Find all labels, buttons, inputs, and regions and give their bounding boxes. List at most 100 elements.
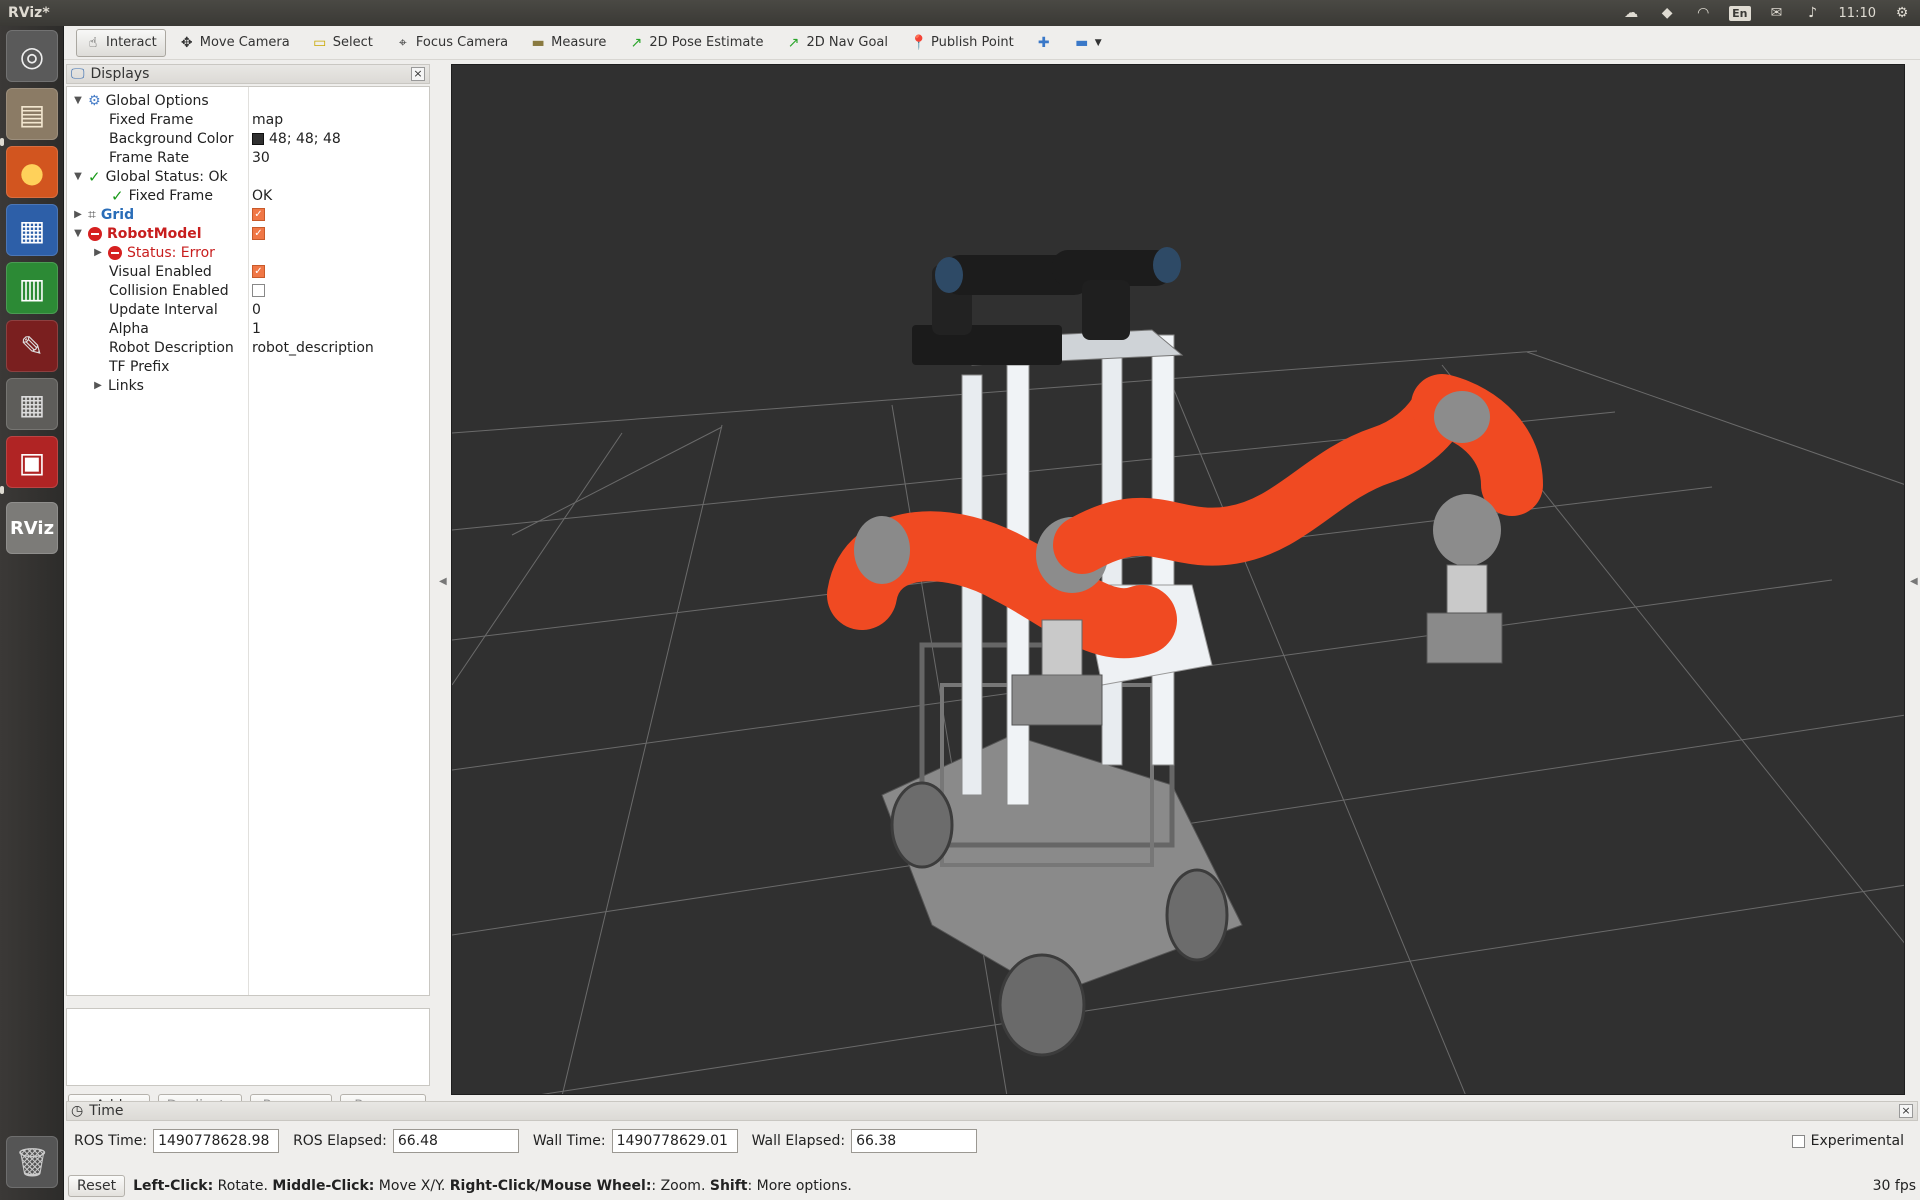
collapse-left-icon[interactable]: ◀ (439, 576, 447, 587)
gear-icon[interactable]: ⚙ (1892, 5, 1912, 21)
tree-row-fixed-frame[interactable]: Fixed Frame map (67, 110, 429, 129)
firefox-icon[interactable]: ● (6, 146, 58, 198)
hint-text: : More options. (747, 1178, 852, 1194)
collision-enabled-checkbox[interactable] (252, 284, 265, 297)
tree-row-robot-model[interactable]: ▼ RobotModel ✓ (67, 224, 429, 243)
experimental-checkbox[interactable] (1791, 1134, 1805, 1148)
grid-enabled-checkbox[interactable]: ✓ (252, 208, 265, 221)
mouse-hint: Left-Click: Rotate. Middle-Click: Move X… (133, 1178, 852, 1194)
tree-row-grid[interactable]: ▶ ⌗ Grid ✓ (67, 205, 429, 224)
wall-time-field[interactable]: 1490778629.01 (611, 1129, 738, 1153)
error-icon (108, 245, 122, 260)
chevron-right-icon[interactable]: ▶ (93, 247, 103, 258)
tree-row-global-status[interactable]: ▼ ✓ Global Status: Ok (67, 167, 429, 186)
robot-model-enabled-checkbox[interactable]: ✓ (252, 227, 265, 240)
scene-canvas[interactable] (452, 65, 1905, 1095)
remove-tool-menu[interactable]: ▬ ▼ (1065, 29, 1111, 57)
gear-icon: ⚙ (88, 92, 101, 109)
chevron-down-icon[interactable]: ▼ (73, 228, 83, 239)
ground-grid (452, 350, 1904, 1094)
messaging-icon[interactable]: ✉ (1767, 5, 1787, 21)
property-description-box (66, 1008, 430, 1086)
unity-launcher: ◎ ▤ ● ▦ ▥ ✎ ▦ ▣ RViz 🗑 (0, 26, 64, 1200)
tool-label: Interact (106, 35, 157, 50)
3d-render-view[interactable] (451, 64, 1905, 1095)
experimental-toggle[interactable]: Experimental (1791, 1133, 1904, 1149)
pin-icon: 📍 (910, 34, 928, 51)
ros-time-field[interactable]: 1490778628.98 (153, 1129, 280, 1153)
clock[interactable]: 11:10 (1839, 6, 1876, 21)
tree-row-global-options[interactable]: ▼ ⚙ Global Options (67, 91, 429, 110)
green-arrow-icon: ↗ (630, 34, 643, 51)
writer-icon[interactable]: ▦ (6, 204, 58, 256)
row-label: TF Prefix (109, 358, 170, 375)
chevron-down-icon[interactable]: ▼ (73, 95, 83, 106)
tool-label: Measure (551, 35, 607, 50)
ros-time-label: ROS Time: (74, 1133, 148, 1149)
tree-row-tf-prefix[interactable]: TF Prefix (67, 357, 429, 376)
green-arrow-icon: ↗ (787, 34, 800, 51)
tree-row-robot-description[interactable]: Robot Description robot_description (67, 338, 429, 357)
tree-row-status-error[interactable]: ▶ Status: Error (67, 243, 429, 262)
running-indicator (0, 486, 4, 494)
tool-label: 2D Nav Goal (806, 35, 889, 50)
time-panel-header: ◷ Time × (66, 1101, 1918, 1121)
tree-row-collision-enabled[interactable]: Collision Enabled (67, 281, 429, 300)
row-label: Frame Rate (109, 149, 190, 166)
tree-row-frame-rate[interactable]: Frame Rate 30 (67, 148, 429, 167)
dropbox-icon[interactable]: ◆ (1657, 5, 1677, 21)
mail-indicator-icon[interactable]: ☁ (1621, 5, 1641, 21)
tool-interact[interactable]: ☝ Interact (76, 28, 166, 57)
status-bar: Reset Left-Click: Rotate. Middle-Click: … (64, 1172, 1920, 1200)
reset-button[interactable]: Reset (68, 1175, 126, 1197)
add-tool-button[interactable]: ✚ (1027, 29, 1061, 57)
volume-icon[interactable]: ♪ (1803, 5, 1823, 21)
robot-description-value[interactable]: robot_description (252, 340, 374, 356)
workspaces-icon[interactable]: ▦ (6, 378, 58, 430)
background-color-value[interactable]: 48; 48; 48 (269, 131, 341, 147)
focus-icon: ⌖ (398, 34, 407, 51)
color-swatch[interactable] (252, 132, 264, 145)
tool-measure[interactable]: ▬ Measure (521, 29, 615, 57)
chevron-down-icon[interactable]: ▼ (73, 171, 83, 182)
tool-select[interactable]: ▭ Select (303, 29, 382, 57)
wifi-icon[interactable]: ◠ (1693, 5, 1713, 21)
tree-row-update-interval[interactable]: Update Interval 0 (67, 300, 429, 319)
chevron-down-icon: ▼ (1094, 37, 1102, 48)
update-interval-value[interactable]: 0 (252, 302, 261, 318)
wall-elapsed-field[interactable]: 66.38 (851, 1129, 978, 1153)
rviz-icon[interactable]: RViz (6, 502, 58, 554)
collapse-right-icon[interactable]: ◀ (1910, 576, 1918, 587)
hint-key: Right-Click/Mouse Wheel: (449, 1178, 652, 1194)
ros-elapsed-field[interactable]: 66.48 (392, 1129, 519, 1153)
tool-publish-point[interactable]: 📍 Publish Point (901, 29, 1023, 57)
system-top-bar: RViz* ☁ ◆ ◠ En ✉ ♪ 11:10 ⚙ (0, 0, 1920, 26)
plus-icon: ✚ (1037, 34, 1050, 51)
tool-focus-camera[interactable]: ⌖ Focus Camera (386, 29, 517, 57)
terminal-app-icon[interactable]: ▣ (6, 436, 58, 488)
hint-text: Move X/Y. (374, 1178, 450, 1194)
system-settings-icon[interactable]: ✎ (6, 320, 58, 372)
tree-row-alpha[interactable]: Alpha 1 (67, 319, 429, 338)
files-icon[interactable]: ▤ (6, 88, 58, 140)
close-icon[interactable]: × (1899, 1104, 1913, 1118)
chevron-right-icon[interactable]: ▶ (73, 209, 83, 220)
tool-2d-nav-goal[interactable]: ↗ 2D Nav Goal (776, 29, 897, 57)
visual-enabled-checkbox[interactable]: ✓ (252, 265, 265, 278)
chevron-right-icon[interactable]: ▶ (93, 380, 103, 391)
trash-icon[interactable]: 🗑 (6, 1136, 58, 1188)
calc-icon[interactable]: ▥ (6, 262, 58, 314)
frame-rate-value[interactable]: 30 (252, 150, 270, 166)
tool-2d-pose-estimate[interactable]: ↗ 2D Pose Estimate (619, 29, 772, 57)
tool-move-camera[interactable]: ✥ Move Camera (170, 29, 299, 57)
fixed-frame-value[interactable]: map (252, 112, 283, 128)
alpha-value[interactable]: 1 (252, 321, 261, 337)
ubuntu-dash-icon[interactable]: ◎ (6, 30, 58, 82)
keyboard-layout-indicator[interactable]: En (1729, 5, 1751, 21)
tree-row-visual-enabled[interactable]: Visual Enabled ✓ (67, 262, 429, 281)
row-label: Fixed Frame (128, 187, 213, 204)
tree-row-background-color[interactable]: Background Color 48; 48; 48 (67, 129, 429, 148)
tree-row-links[interactable]: ▶ Links (67, 376, 429, 395)
tree-row-fixed-frame-status[interactable]: ✓ Fixed Frame OK (67, 186, 429, 205)
close-icon[interactable]: × (411, 67, 425, 81)
